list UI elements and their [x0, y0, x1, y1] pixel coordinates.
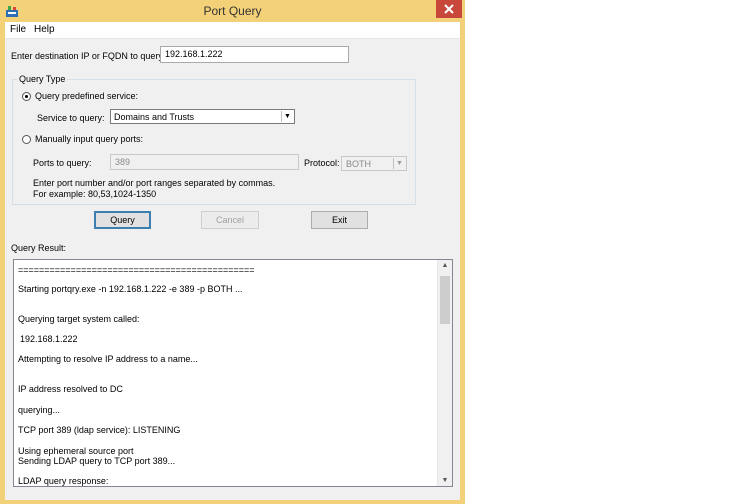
query-result-label: Query Result:	[11, 243, 67, 253]
port-query-window: Port Query File Help Enter destination I…	[0, 0, 465, 504]
result-line: Using ephemeral source port	[18, 446, 134, 456]
result-line: Attempting to resolve IP address to a na…	[18, 354, 198, 364]
exit-button[interactable]: Exit	[311, 211, 368, 229]
title-bar[interactable]: Port Query	[0, 0, 465, 22]
protocol-select-value: BOTH	[346, 159, 372, 169]
manual-ports-label[interactable]: Manually input query ports:	[35, 134, 143, 144]
service-label: Service to query:	[37, 113, 105, 123]
result-line: Querying target system called:	[18, 314, 140, 324]
ports-hint-line1: Enter port number and/or port ranges sep…	[33, 178, 276, 188]
protocol-label: Protocol:	[304, 158, 340, 168]
result-line: IP address resolved to DC	[18, 384, 123, 394]
destination-input[interactable]: 192.168.1.222	[160, 46, 349, 63]
scroll-thumb[interactable]	[440, 276, 450, 324]
result-line: Sending LDAP query to TCP port 389...	[18, 456, 176, 466]
query-type-legend: Query Type	[17, 74, 68, 84]
service-select-value: Domains and Trusts	[114, 112, 195, 122]
ports-hint-line2: For example: 80,53,1024-1350	[33, 189, 157, 199]
menu-help[interactable]: Help	[34, 24, 55, 35]
result-line: LDAP query response:	[18, 476, 109, 486]
chevron-down-icon: ▼	[393, 158, 405, 169]
scroll-down-icon[interactable]: ▼	[438, 477, 452, 484]
client-area: File Help Enter destination IP or FQDN t…	[5, 22, 460, 500]
predefined-service-label[interactable]: Query predefined service:	[35, 91, 138, 101]
result-scrollbar[interactable]: ▲ ▼	[437, 260, 452, 486]
query-result-box[interactable]: ========================================…	[13, 259, 453, 487]
ports-input[interactable]: 389	[110, 154, 299, 170]
cancel-button[interactable]: Cancel	[201, 211, 259, 229]
chevron-down-icon: ▼	[281, 111, 293, 122]
service-select[interactable]: Domains and Trusts ▼	[110, 109, 295, 124]
result-line: 192.168.1.222	[20, 334, 78, 344]
result-line: TCP port 389 (ldap service): LISTENING	[18, 425, 181, 435]
menu-file[interactable]: File	[10, 24, 26, 35]
result-line: ========================================…	[18, 265, 255, 275]
destination-label: Enter destination IP or FQDN to query:	[11, 51, 166, 61]
protocol-select[interactable]: BOTH ▼	[341, 156, 407, 171]
radio-predefined-service[interactable]	[22, 92, 31, 101]
window-title: Port Query	[203, 4, 262, 18]
radio-manual-ports[interactable]	[22, 135, 31, 144]
close-button[interactable]	[436, 0, 462, 18]
result-line: Starting portqry.exe -n 192.168.1.222 -e…	[18, 284, 243, 294]
result-line: querying...	[18, 405, 61, 415]
scroll-up-icon[interactable]: ▲	[438, 262, 452, 269]
ports-label: Ports to query:	[33, 158, 92, 168]
menu-bar: File Help	[5, 22, 460, 39]
close-icon	[444, 4, 454, 14]
query-button[interactable]: Query	[94, 211, 151, 229]
